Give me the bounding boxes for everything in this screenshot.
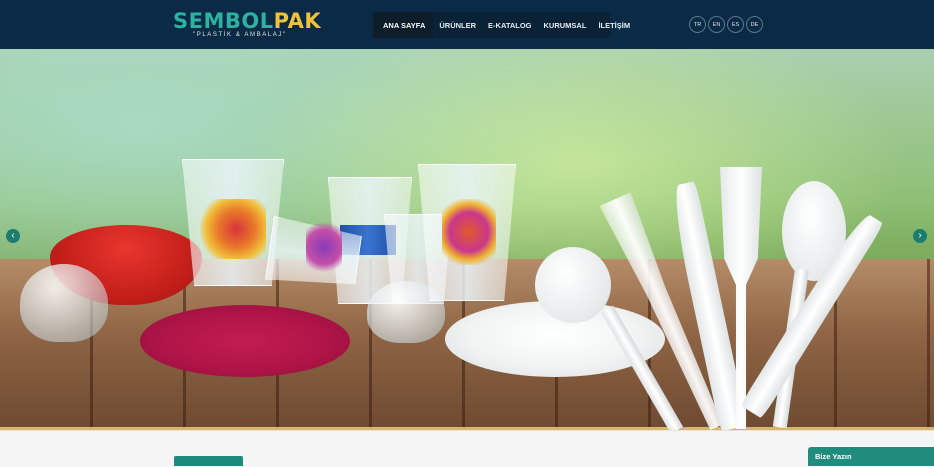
lid-dome-left-image bbox=[20, 264, 108, 342]
cocktail-cup-print bbox=[200, 199, 266, 259]
sembolpak-logo[interactable]: SEMBOLPAK "PLASTİK & AMBALAJ" bbox=[173, 10, 321, 42]
chevron-left-icon: ‹ bbox=[11, 230, 15, 241]
spoon-left-image bbox=[535, 247, 611, 323]
content-section bbox=[0, 430, 934, 467]
logo-tagline: "PLASTİK & AMBALAJ" bbox=[193, 32, 287, 38]
tilted-cup-print bbox=[306, 221, 342, 273]
pink-plate-image bbox=[140, 305, 350, 377]
site-header: SEMBOLPAK "PLASTİK & AMBALAJ" ANA SAYFA … bbox=[0, 0, 934, 49]
main-nav: ANA SAYFA ÜRÜNLER E-KATALOG KURUMSAL İLE… bbox=[373, 12, 630, 38]
lang-de[interactable]: DE bbox=[746, 16, 763, 33]
section-tab-button[interactable] bbox=[174, 456, 243, 466]
nav-item-home[interactable]: ANA SAYFA bbox=[373, 12, 434, 38]
slider-next-button[interactable]: › bbox=[913, 229, 927, 243]
chat-label: Bize Yazın bbox=[815, 452, 852, 461]
lang-en[interactable]: EN bbox=[708, 16, 725, 33]
lang-tr[interactable]: TR bbox=[689, 16, 706, 33]
nav-item-products[interactable]: ÜRÜNLER bbox=[433, 12, 482, 38]
nav-item-corporate[interactable]: KURUMSAL bbox=[538, 12, 593, 38]
logo-wordmark: SEMBOLPAK bbox=[173, 9, 322, 33]
nav-item-contact[interactable]: İLETİŞİM bbox=[592, 12, 636, 38]
hero-slider: ‹ › bbox=[0, 49, 934, 430]
chevron-right-icon: › bbox=[918, 230, 922, 241]
language-switcher: TR EN ES DE bbox=[689, 16, 763, 33]
lang-es[interactable]: ES bbox=[727, 16, 744, 33]
nav-item-ecatalog[interactable]: E-KATALOG bbox=[482, 12, 537, 38]
slider-prev-button[interactable]: ‹ bbox=[6, 229, 20, 243]
printed-cup-right-print bbox=[442, 199, 496, 265]
chat-widget-button[interactable]: Bize Yazın bbox=[808, 447, 934, 466]
